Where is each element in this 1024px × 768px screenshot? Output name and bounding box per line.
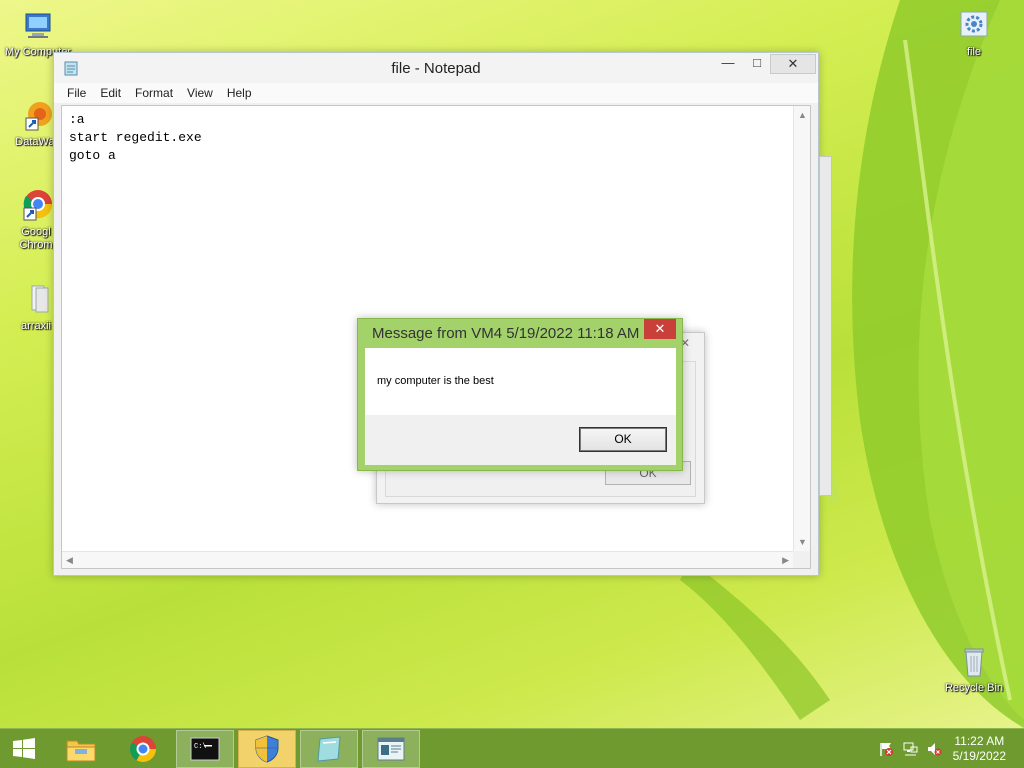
chrome-icon bbox=[130, 736, 156, 762]
volume-muted-icon[interactable] bbox=[926, 741, 942, 757]
taskbar-chrome[interactable] bbox=[114, 730, 172, 768]
desktop-icon-recycle-bin[interactable]: Recycle Bin bbox=[936, 644, 1012, 695]
network-icon[interactable] bbox=[902, 741, 918, 757]
scroll-left-icon[interactable]: ◀ bbox=[66, 555, 73, 565]
datawag-icon bbox=[25, 102, 52, 131]
svg-text:C:\: C:\ bbox=[194, 743, 207, 751]
scroll-up-icon[interactable]: ▲ bbox=[798, 110, 807, 120]
maximize-button[interactable]: □ bbox=[744, 54, 770, 74]
action-center-flag-icon[interactable] bbox=[878, 741, 894, 757]
message-box[interactable]: Message from VM4 5/19/2022 11:18 AM ✕ my… bbox=[357, 318, 683, 471]
desktop-icon-label: Recycle Bin bbox=[944, 682, 1004, 694]
desktop-icon-label: Googl Chrom bbox=[19, 226, 53, 251]
menu-format[interactable]: Format bbox=[128, 83, 180, 103]
clock-date: 5/19/2022 bbox=[952, 749, 1006, 763]
maximize-icon: □ bbox=[753, 55, 761, 70]
taskbar-file-explorer[interactable] bbox=[52, 730, 110, 768]
close-icon: ✕ bbox=[654, 321, 666, 336]
vertical-scrollbar[interactable]: ▲ ▼ bbox=[793, 106, 810, 551]
app-pane-icon bbox=[317, 736, 341, 762]
menu-file[interactable]: File bbox=[60, 83, 93, 103]
menu-edit[interactable]: Edit bbox=[93, 83, 128, 103]
desktop: My Computer DataWag Googl Chrom arraxii bbox=[0, 0, 1024, 728]
taskbar: C:\ 11:22 AM 5/19/2022 bbox=[0, 728, 1024, 768]
background-window-edge bbox=[819, 156, 832, 496]
message-box-body: my computer is the best OK bbox=[365, 348, 676, 465]
scroll-right-icon[interactable]: ▶ bbox=[782, 555, 789, 565]
settings-file-icon bbox=[960, 11, 988, 37]
shield-icon bbox=[255, 735, 279, 763]
ok-button[interactable]: OK bbox=[579, 427, 667, 452]
notepad-title: file - Notepad bbox=[391, 60, 481, 77]
message-box-title: Message from VM4 5/19/2022 11:18 AM bbox=[372, 325, 640, 342]
minimize-button[interactable]: — bbox=[714, 54, 742, 74]
close-icon: ✕ bbox=[787, 56, 799, 71]
system-tray: 11:22 AM 5/19/2022 bbox=[864, 729, 1024, 768]
clock-time: 11:22 AM bbox=[954, 734, 1005, 748]
notepad-icon bbox=[377, 737, 405, 761]
computer-icon bbox=[25, 13, 51, 38]
file-explorer-icon bbox=[66, 740, 96, 762]
command-prompt-icon: C:\ bbox=[190, 737, 220, 761]
desktop-icon-file[interactable]: file bbox=[936, 8, 1012, 59]
windows-logo-icon bbox=[13, 738, 35, 759]
notepad-titlebar[interactable]: file - Notepad — □ ✕ bbox=[54, 53, 818, 83]
message-box-footer: OK bbox=[365, 415, 676, 465]
notepad-menubar: File Edit Format View Help bbox=[54, 83, 818, 103]
start-button[interactable] bbox=[0, 730, 48, 768]
chrome-icon bbox=[23, 190, 52, 221]
message-box-close-button[interactable]: ✕ bbox=[644, 319, 676, 339]
horizontal-scrollbar[interactable]: ◀ ▶ bbox=[62, 551, 793, 568]
taskbar-app-pane[interactable] bbox=[300, 730, 358, 768]
taskbar-notepad[interactable] bbox=[362, 730, 420, 768]
close-button[interactable]: ✕ bbox=[770, 54, 816, 74]
scroll-down-icon[interactable]: ▼ bbox=[798, 537, 807, 547]
message-text: my computer is the best bbox=[377, 375, 494, 387]
taskbar-security-app[interactable] bbox=[238, 730, 296, 768]
minimize-icon: — bbox=[721, 55, 735, 70]
menu-view[interactable]: View bbox=[180, 83, 220, 103]
menu-help[interactable]: Help bbox=[220, 83, 259, 103]
notepad-content[interactable]: :a start regedit.exe goto a bbox=[69, 111, 202, 165]
taskbar-clock[interactable]: 11:22 AM 5/19/2022 bbox=[953, 734, 1006, 764]
scrollbar-corner bbox=[793, 551, 810, 568]
folder-icon bbox=[31, 285, 49, 313]
recycle-bin-icon bbox=[964, 648, 984, 677]
desktop-icon-label: file bbox=[966, 46, 982, 58]
taskbar-command-prompt[interactable]: C:\ bbox=[176, 730, 234, 768]
